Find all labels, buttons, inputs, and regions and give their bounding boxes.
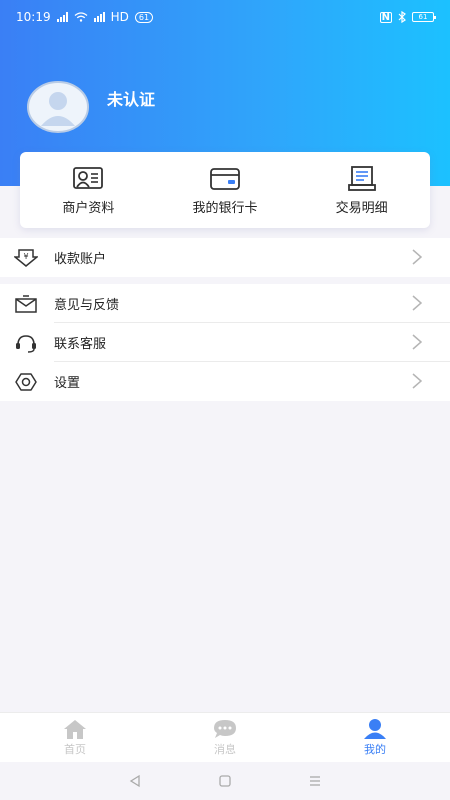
settings-gear-icon	[15, 372, 37, 391]
cellular-signal-2-icon	[93, 12, 105, 22]
chevron-right-icon	[412, 295, 422, 311]
menu-item-feedback[interactable]: 意见与反馈	[0, 284, 450, 323]
chevron-right-icon	[412, 249, 422, 265]
status-bar: 10:19 HD 61 N 61	[0, 0, 450, 34]
network-badge: HD	[110, 10, 129, 24]
menu-label: 收款账户	[54, 252, 107, 267]
receiving-account-icon: ¥	[14, 248, 38, 267]
chevron-right-icon	[412, 373, 422, 389]
menu-label: 联系客服	[54, 337, 107, 352]
notification-count-icon: 61	[134, 11, 154, 23]
menu-item-contact-support[interactable]: 联系客服	[0, 323, 450, 362]
svg-text:¥: ¥	[23, 252, 28, 261]
avatar-placeholder-icon	[27, 81, 89, 133]
bank-card-button[interactable]: 我的银行卡	[157, 152, 294, 228]
nfc-icon: N	[379, 11, 392, 23]
menu-nav-icon[interactable]	[308, 774, 322, 788]
tab-profile[interactable]: 我的	[300, 713, 450, 762]
bank-card-label: 我的银行卡	[192, 200, 258, 216]
message-icon	[214, 720, 236, 738]
feedback-mail-icon	[15, 294, 37, 313]
battery-icon: 61	[412, 12, 436, 22]
tab-label: 消息	[214, 743, 236, 756]
quick-actions-card: 商户资料 我的银行卡 交易明细	[20, 152, 430, 228]
menu-group-account: ¥ 收款账户	[0, 238, 450, 277]
menu-group-support: 意见与反馈 联系客服 设置	[0, 284, 450, 401]
bottom-tab-bar: 首页 消息 我的	[0, 712, 450, 762]
profile-icon	[364, 719, 386, 739]
transaction-details-button[interactable]: 交易明细	[293, 152, 430, 228]
status-time: 10:19	[16, 10, 51, 24]
bluetooth-icon	[398, 11, 406, 23]
home-nav-icon[interactable]	[218, 774, 232, 788]
avatar[interactable]	[27, 81, 89, 133]
tab-label: 我的	[364, 743, 386, 756]
menu-label: 设置	[54, 376, 81, 391]
cellular-signal-icon	[56, 12, 68, 22]
menu-item-receiving-account[interactable]: ¥ 收款账户	[0, 238, 450, 277]
tab-messages[interactable]: 消息	[150, 713, 300, 762]
user-name: 未认证	[107, 90, 156, 109]
system-navigation-bar	[0, 762, 450, 800]
merchant-profile-icon	[73, 166, 104, 189]
tab-label: 首页	[64, 743, 86, 756]
merchant-profile-button[interactable]: 商户资料	[20, 152, 157, 228]
tab-home[interactable]: 首页	[0, 713, 150, 762]
transaction-details-icon	[347, 165, 376, 191]
wifi-icon	[74, 12, 88, 22]
home-icon	[64, 720, 86, 739]
merchant-profile-label: 商户资料	[62, 200, 115, 216]
back-icon[interactable]	[128, 774, 142, 788]
bank-card-icon	[210, 167, 240, 190]
transaction-details-label: 交易明细	[335, 200, 388, 216]
chevron-right-icon	[412, 334, 422, 350]
menu-label: 意见与反馈	[54, 298, 120, 313]
headset-icon	[16, 334, 36, 353]
menu-item-settings[interactable]: 设置	[0, 362, 450, 401]
